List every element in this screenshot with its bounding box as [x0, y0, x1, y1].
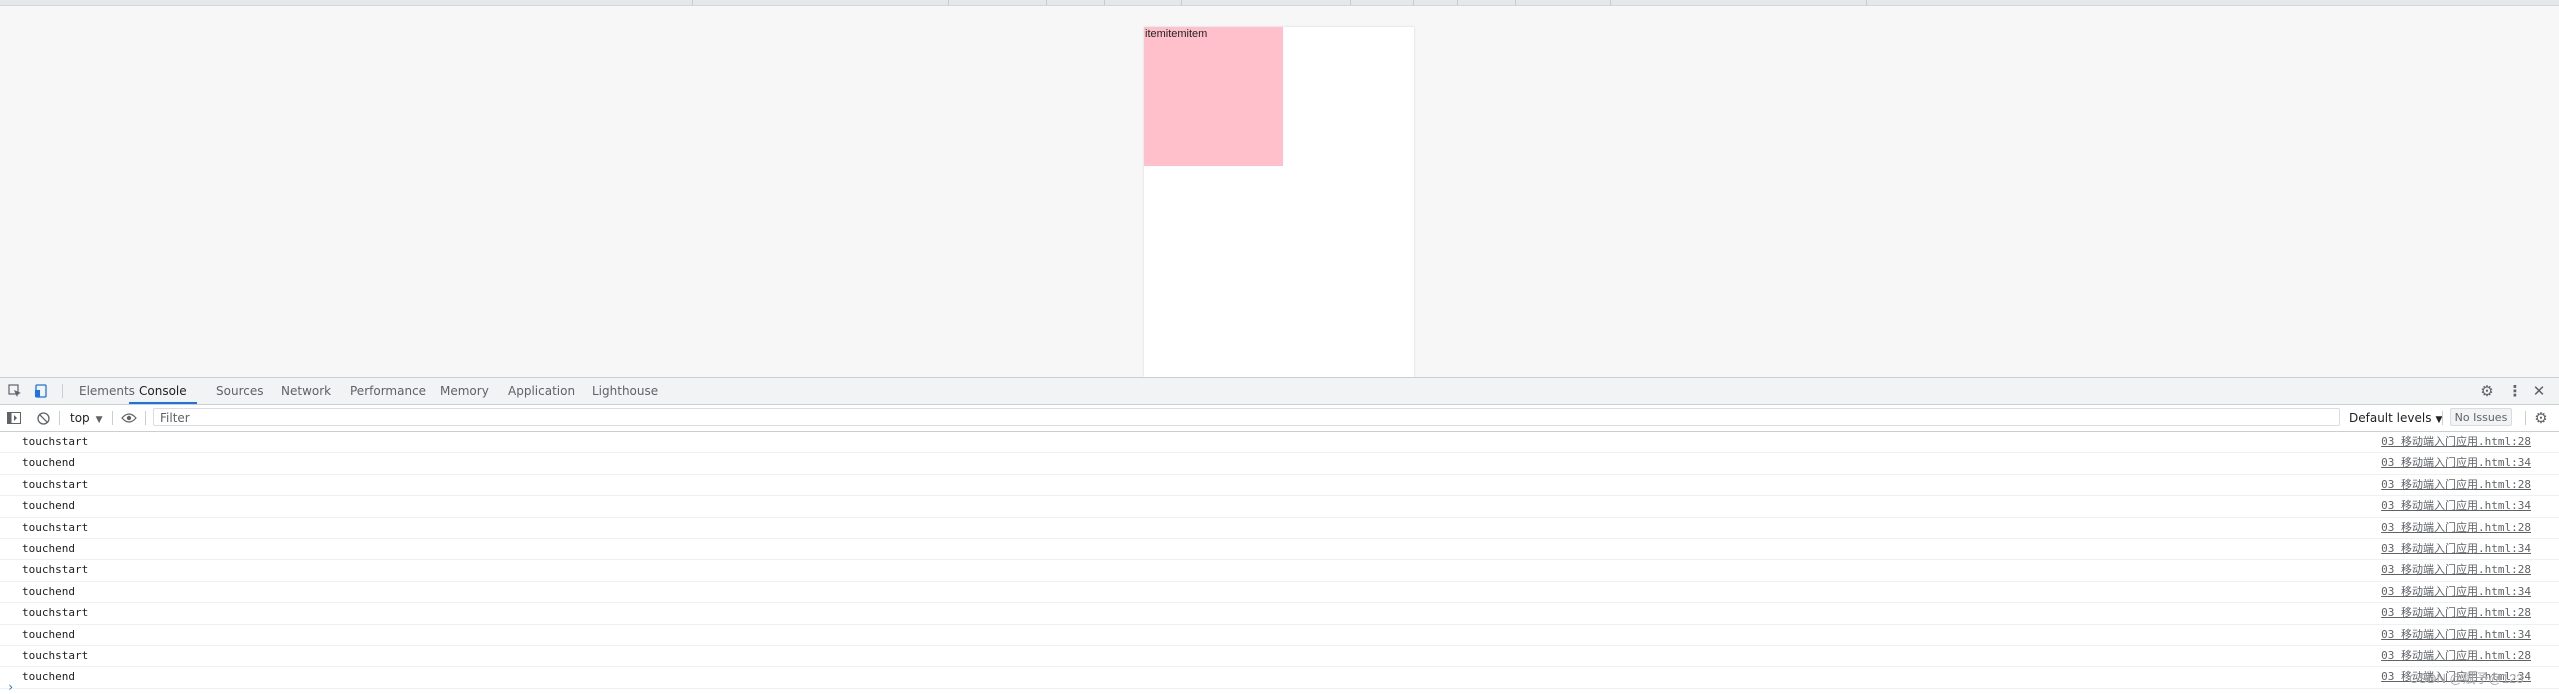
sidebar-toggle-icon[interactable]: [6, 410, 22, 426]
pink-box[interactable]: itemitemitem: [1144, 27, 1283, 166]
console-message-text: touchstart: [22, 520, 89, 534]
console-message-text: touchend: [22, 627, 75, 641]
close-icon[interactable]: ✕: [2530, 382, 2548, 400]
log-levels-dropdown[interactable]: Default levels ▼: [2349, 410, 2442, 426]
console-message-row: touchend 03 移动端入门应用.html:34: [0, 582, 2559, 604]
tab-console[interactable]: Console: [129, 378, 197, 404]
inspect-element-icon[interactable]: [7, 383, 23, 399]
devtools-tabbar: Elements Console Sources Network Perform…: [0, 378, 2559, 405]
box-text: itemitemitem: [1145, 28, 1208, 40]
toolbar-divider: [2442, 411, 2443, 425]
context-selector[interactable]: top ▼: [70, 410, 103, 426]
console-message-row: touchend 03 移动端入门应用.html:34: [0, 625, 2559, 646]
console-message-row: touchend 03 移动端入门应用.html:34: [0, 667, 2559, 689]
toolbar-divider: [145, 411, 146, 425]
console-source-link[interactable]: 03 移动端入门应用.html:34: [2381, 542, 2531, 556]
console-source-link[interactable]: 03 移动端入门应用.html:34: [2381, 456, 2531, 470]
console-message-row: touchstart 03 移动端入门应用.html:28: [0, 518, 2559, 539]
console-message-text: touchend: [22, 499, 75, 513]
console-log: touchstart 03 移动端入门应用.html:28 touchend 03 移…: [0, 432, 2559, 689]
caret-down-icon: ▼: [95, 415, 103, 425]
console-toolbar: top ▼ Filter Default levels ▼ No Issues ⚙: [0, 405, 2559, 432]
devtools-panel: Elements Console Sources Network Perform…: [0, 377, 2559, 694]
ruler-tick: [1350, 0, 1351, 5]
log-levels-label: Default levels: [2349, 411, 2432, 425]
console-message-text: touchstart: [22, 435, 89, 448]
issues-button[interactable]: No Issues: [2450, 408, 2512, 426]
console-source-link[interactable]: 03 移动端入门应用.html:28: [2381, 435, 2531, 449]
console-message-text: touchstart: [22, 563, 89, 577]
console-message-row: touchstart 03 移动端入门应用.html:28: [0, 432, 2559, 454]
device-ruler: [0, 0, 2559, 6]
ruler-tick: [1046, 0, 1047, 5]
console-message-row: touchstart 03 移动端入门应用.html:28: [0, 646, 2559, 668]
toolbar-divider: [62, 384, 63, 398]
console-source-link[interactable]: 03 移动端入门应用.html:28: [2381, 649, 2531, 663]
console-message-row: touchstart 03 移动端入门应用.html:28: [0, 475, 2559, 497]
toolbar-divider: [59, 411, 60, 425]
console-source-link[interactable]: 03 移动端入门应用.html:34: [2381, 499, 2531, 513]
tab-memory[interactable]: Memory: [440, 378, 489, 404]
console-message-row: touchend 03 移动端入门应用.html:34: [0, 453, 2559, 475]
console-source-link[interactable]: 03 移动端入门应用.html:28: [2381, 606, 2531, 620]
console-message-text: touchend: [22, 456, 75, 470]
console-settings-gear-icon[interactable]: ⚙: [2532, 409, 2550, 427]
watermark: CSDN @赋予@123: [2409, 671, 2524, 686]
console-source-link[interactable]: 03 移动端入门应用.html:28: [2381, 563, 2531, 577]
console-source-link[interactable]: 03 移动端入门应用.html:34: [2381, 585, 2531, 599]
kebab-menu-icon[interactable]: ⋮: [2506, 382, 2524, 400]
console-source-link[interactable]: 03 移动端入门应用.html:34: [2381, 628, 2531, 642]
console-message-row: touchend 03 移动端入门应用.html:34: [0, 539, 2559, 561]
console-source-link[interactable]: 03 移动端入门应用.html:28: [2381, 521, 2531, 535]
console-message-row: touchstart 03 移动端入门应用.html:28: [0, 603, 2559, 625]
ruler-tick: [1610, 0, 1611, 5]
ruler-tick: [1413, 0, 1414, 5]
device-toolbar-icon[interactable]: [33, 383, 49, 399]
console-message-text: touchend: [22, 670, 75, 684]
console-message-row: touchend 03 移动端入门应用.html:34: [0, 496, 2559, 518]
console-message-text: touchstart: [22, 477, 89, 491]
device-viewport: itemitemitem: [1144, 27, 1414, 377]
console-message-text: touchend: [22, 584, 75, 598]
console-prompt[interactable]: ›: [7, 680, 14, 694]
toolbar-divider: [2525, 411, 2526, 425]
clear-console-icon[interactable]: [35, 410, 51, 426]
console-message-row: touchstart 03 移动端入门应用.html:28: [0, 560, 2559, 582]
ruler-tick: [692, 0, 693, 5]
ruler-tick: [1104, 0, 1105, 5]
gear-icon[interactable]: ⚙: [2478, 382, 2496, 400]
ruler-tick: [1181, 0, 1182, 5]
ruler-tick: [948, 0, 949, 5]
tab-application[interactable]: Application: [508, 378, 575, 404]
context-label: top: [70, 411, 90, 425]
tab-elements[interactable]: Elements: [79, 378, 135, 404]
console-source-link[interactable]: 03 移动端入门应用.html:28: [2381, 478, 2531, 492]
ruler-tick: [1457, 0, 1458, 5]
eye-icon[interactable]: [121, 410, 137, 426]
console-message-text: touchstart: [22, 648, 89, 662]
tab-lighthouse[interactable]: Lighthouse: [592, 378, 658, 404]
filter-input[interactable]: Filter: [153, 408, 2340, 426]
ruler-tick: [1515, 0, 1516, 5]
tab-network[interactable]: Network: [281, 378, 331, 404]
console-message-text: touchstart: [22, 606, 89, 620]
toolbar-divider: [112, 411, 113, 425]
ruler-tick: [1866, 0, 1867, 5]
tab-performance[interactable]: Performance: [350, 378, 426, 404]
console-message-text: touchend: [22, 541, 75, 555]
tab-sources[interactable]: Sources: [216, 378, 263, 404]
